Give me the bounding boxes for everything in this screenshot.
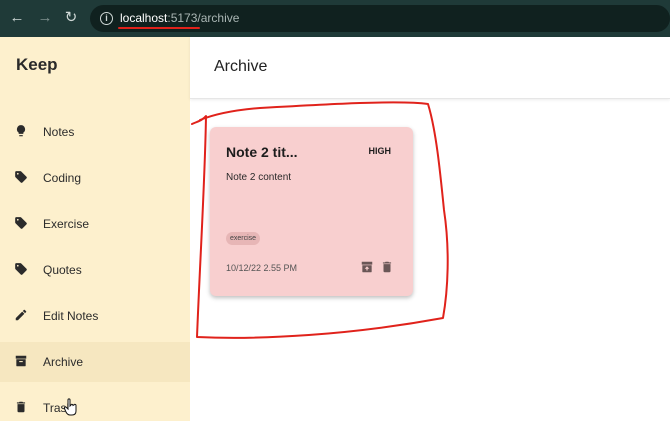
url-path: :5173/archive [167, 11, 240, 25]
url-text[interactable]: localhost:5173/archive [120, 11, 239, 25]
page-title: Archive [214, 58, 268, 75]
note-date: 10/12/22 2.55 PM [226, 263, 298, 273]
tag-icon [15, 217, 27, 229]
forward-arrow-icon[interactable]: → [36, 9, 54, 27]
page-header: Archive [190, 37, 670, 99]
url-annotation-underline [118, 27, 200, 29]
sidebar-item-exercise[interactable]: Exercise [0, 204, 190, 244]
sidebar-item-label: Archive [43, 355, 84, 369]
lightbulb-icon [16, 125, 26, 137]
app-title: Keep [16, 55, 58, 74]
archive-icon [15, 355, 27, 367]
unarchive-icon[interactable] [360, 260, 374, 274]
sidebar-item-label: Quotes [43, 263, 82, 277]
sidebar-item-label: Coding [43, 171, 82, 185]
info-icon[interactable]: i [100, 12, 113, 25]
sidebar-item-label: Edit Notes [43, 309, 99, 323]
sidebar-item-trash[interactable]: Trash [0, 388, 190, 428]
back-arrow-icon[interactable]: ← [8, 9, 26, 27]
url-host: localhost [120, 11, 168, 25]
hand-cursor-icon [64, 398, 77, 416]
trash-icon [16, 401, 26, 413]
sidebar: Keep Notes Coding Exercise Quotes Edit N… [0, 37, 190, 421]
pencil-icon [15, 309, 27, 321]
reload-icon[interactable]: ↻ [62, 9, 80, 27]
tag-icon [15, 171, 27, 183]
sidebar-item-archive[interactable]: Archive [0, 342, 190, 382]
note-content: Note 2 content [226, 172, 292, 183]
note-card[interactable]: Note 2 tit... HIGH Note 2 content exerci… [210, 127, 413, 296]
note-title: Note 2 tit... [226, 144, 298, 160]
sidebar-item-label: Notes [43, 125, 75, 139]
browser-toolbar: ← → ↻ i localhost:5173/archive [0, 0, 670, 37]
sidebar-item-coding[interactable]: Coding [0, 158, 190, 198]
delete-icon[interactable] [380, 260, 394, 274]
priority-badge: HIGH [368, 146, 392, 156]
sidebar-item-notes[interactable]: Notes [0, 112, 190, 152]
sidebar-item-quotes[interactable]: Quotes [0, 250, 190, 290]
sidebar-item-label: Exercise [43, 217, 90, 231]
tag-icon [15, 263, 27, 275]
sidebar-item-edit-notes[interactable]: Edit Notes [0, 296, 190, 336]
note-tag-chip[interactable]: exercise [226, 232, 261, 245]
